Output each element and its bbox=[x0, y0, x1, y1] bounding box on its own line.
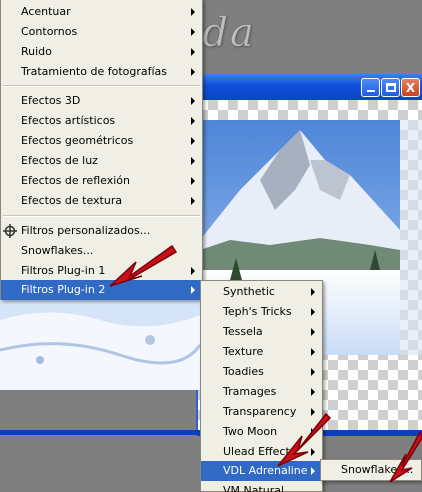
menu-item-contornos[interactable]: Contornos bbox=[1, 22, 202, 42]
menu-item-efectos-artisticos[interactable]: Efectos artísticos bbox=[1, 111, 202, 131]
menu-item-two-moon[interactable]: Two Moon bbox=[201, 422, 322, 442]
menu-item-tessela[interactable]: Tessela bbox=[201, 322, 322, 342]
maximize-icon bbox=[385, 83, 396, 92]
menu-item-label: Acentuar bbox=[21, 5, 71, 18]
menu-item-transparency[interactable]: Transparency bbox=[201, 402, 322, 422]
close-button[interactable]: X bbox=[401, 78, 420, 97]
menu-item-acentuar[interactable]: Acentuar bbox=[1, 2, 202, 22]
menu-item-label: Tessela bbox=[223, 325, 263, 338]
menu-item-ruido[interactable]: Ruido bbox=[1, 42, 202, 62]
minimize-button[interactable] bbox=[361, 78, 380, 97]
submenu-arrow-icon bbox=[191, 68, 195, 76]
menu-separator bbox=[3, 85, 200, 87]
submenu-arrow-icon bbox=[191, 197, 195, 205]
submenu-arrow-icon bbox=[191, 28, 195, 36]
menu-item-filtros-plugin-2[interactable]: Filtros Plug-in 2 bbox=[1, 280, 202, 300]
menu-item-ulead-effects[interactable]: Ulead Effects bbox=[201, 442, 322, 462]
submenu-arrow-icon bbox=[191, 177, 195, 185]
menu-item-label: Efectos de luz bbox=[21, 154, 98, 167]
menu-item-efectos-geometricos[interactable]: Efectos geométricos bbox=[1, 131, 202, 151]
snow-foreground-image bbox=[0, 300, 200, 390]
menu-item-label: Efectos de textura bbox=[21, 194, 123, 207]
submenu-arrow-icon bbox=[191, 48, 195, 56]
menu-item-label: Tratamiento de fotografías bbox=[21, 65, 168, 78]
menu-item-synthetic[interactable]: Synthetic bbox=[201, 282, 322, 302]
menu-item-efectos-3d[interactable]: Efectos 3D bbox=[1, 91, 202, 111]
submenu-arrow-icon bbox=[191, 117, 195, 125]
menu-item-efectos-luz[interactable]: Efectos de luz bbox=[1, 151, 202, 171]
menu-item-label: Ruido bbox=[21, 45, 52, 58]
submenu-arrow-icon bbox=[311, 448, 315, 456]
menu-item-label: Snowflakes... bbox=[341, 463, 414, 476]
menu-item-label: Tramages bbox=[223, 385, 277, 398]
menu-item-filtros-plugin-1[interactable]: Filtros Plug-in 1 bbox=[1, 261, 202, 281]
close-icon: X bbox=[405, 80, 416, 95]
menu-item-vdl-adrenaline[interactable]: VDL Adrenaline bbox=[201, 461, 322, 481]
effects-menu: Acentuar Contornos Ruido Tratamiento de … bbox=[0, 0, 203, 300]
menu-item-label: Efectos geométricos bbox=[21, 134, 134, 147]
menu-item-label: Ulead Effects bbox=[223, 445, 296, 458]
submenu-arrow-icon bbox=[311, 288, 315, 296]
menu-item-vm-natural[interactable]: VM Natural bbox=[201, 481, 322, 492]
submenu-arrow-icon bbox=[311, 308, 315, 316]
submenu-arrow-icon bbox=[191, 286, 195, 294]
menu-item-tramages[interactable]: Tramages bbox=[201, 382, 322, 402]
menu-item-label: Transparency bbox=[223, 405, 297, 418]
filter-icon bbox=[3, 224, 17, 238]
submenu-arrow-icon bbox=[311, 428, 315, 436]
maximize-button[interactable] bbox=[381, 78, 400, 97]
menu-item-label: VM Natural bbox=[223, 484, 285, 492]
menu-item-toadies[interactable]: Toadies bbox=[201, 362, 322, 382]
menu-item-efectos-textura[interactable]: Efectos de textura bbox=[1, 191, 202, 211]
menu-item-label: Filtros personalizados... bbox=[21, 224, 151, 237]
menu-item-texture[interactable]: Texture bbox=[201, 342, 322, 362]
submenu-arrow-icon bbox=[311, 348, 315, 356]
menu-item-label: Contornos bbox=[21, 25, 78, 38]
submenu-arrow-icon bbox=[191, 267, 195, 275]
submenu-arrow-icon bbox=[311, 467, 315, 475]
menu-item-label: Synthetic bbox=[223, 285, 275, 298]
menu-item-tephs-tricks[interactable]: Teph's Tricks bbox=[201, 302, 322, 322]
menu-item-label: Efectos de reflexión bbox=[21, 174, 130, 187]
menu-item-tratamiento[interactable]: Tratamiento de fotografías bbox=[1, 62, 202, 82]
menu-item-label: Toadies bbox=[223, 365, 264, 378]
submenu-arrow-icon bbox=[191, 137, 195, 145]
submenu-arrow-icon bbox=[191, 157, 195, 165]
menu-item-label: VDL Adrenaline bbox=[223, 464, 308, 477]
menu-separator bbox=[3, 215, 200, 217]
menu-item-label: Filtros Plug-in 1 bbox=[21, 264, 106, 277]
menu-item-label: Efectos 3D bbox=[21, 94, 81, 107]
menu-item-label: Two Moon bbox=[223, 425, 278, 438]
menu-item-label: Teph's Tricks bbox=[223, 305, 292, 318]
submenu-arrow-icon bbox=[311, 328, 315, 336]
menu-item-label: Filtros Plug-in 2 bbox=[21, 283, 106, 296]
window-titlebar[interactable]: X bbox=[198, 74, 422, 100]
menu-item-label: Snowflakes... bbox=[21, 244, 94, 257]
menu-item-vdl-snowflakes[interactable]: Snowflakes... bbox=[321, 460, 421, 480]
submenu-arrow-icon bbox=[191, 97, 195, 105]
menu-item-snowflakes[interactable]: Snowflakes... bbox=[1, 241, 202, 261]
menu-item-efectos-reflexion[interactable]: Efectos de reflexión bbox=[1, 171, 202, 191]
menu-item-filtros-personalizados[interactable]: Filtros personalizados... bbox=[1, 221, 202, 241]
plugins-submenu: Synthetic Teph's Tricks Tessela Texture … bbox=[200, 280, 323, 492]
submenu-arrow-icon bbox=[311, 388, 315, 396]
submenu-arrow-icon bbox=[311, 408, 315, 416]
submenu-arrow-icon bbox=[191, 8, 195, 16]
submenu-arrow-icon bbox=[311, 368, 315, 376]
menu-item-label: Efectos artísticos bbox=[21, 114, 116, 127]
vdl-adrenaline-submenu: Snowflakes... bbox=[320, 459, 422, 481]
minimize-icon bbox=[366, 90, 375, 92]
menu-item-label: Texture bbox=[223, 345, 264, 358]
